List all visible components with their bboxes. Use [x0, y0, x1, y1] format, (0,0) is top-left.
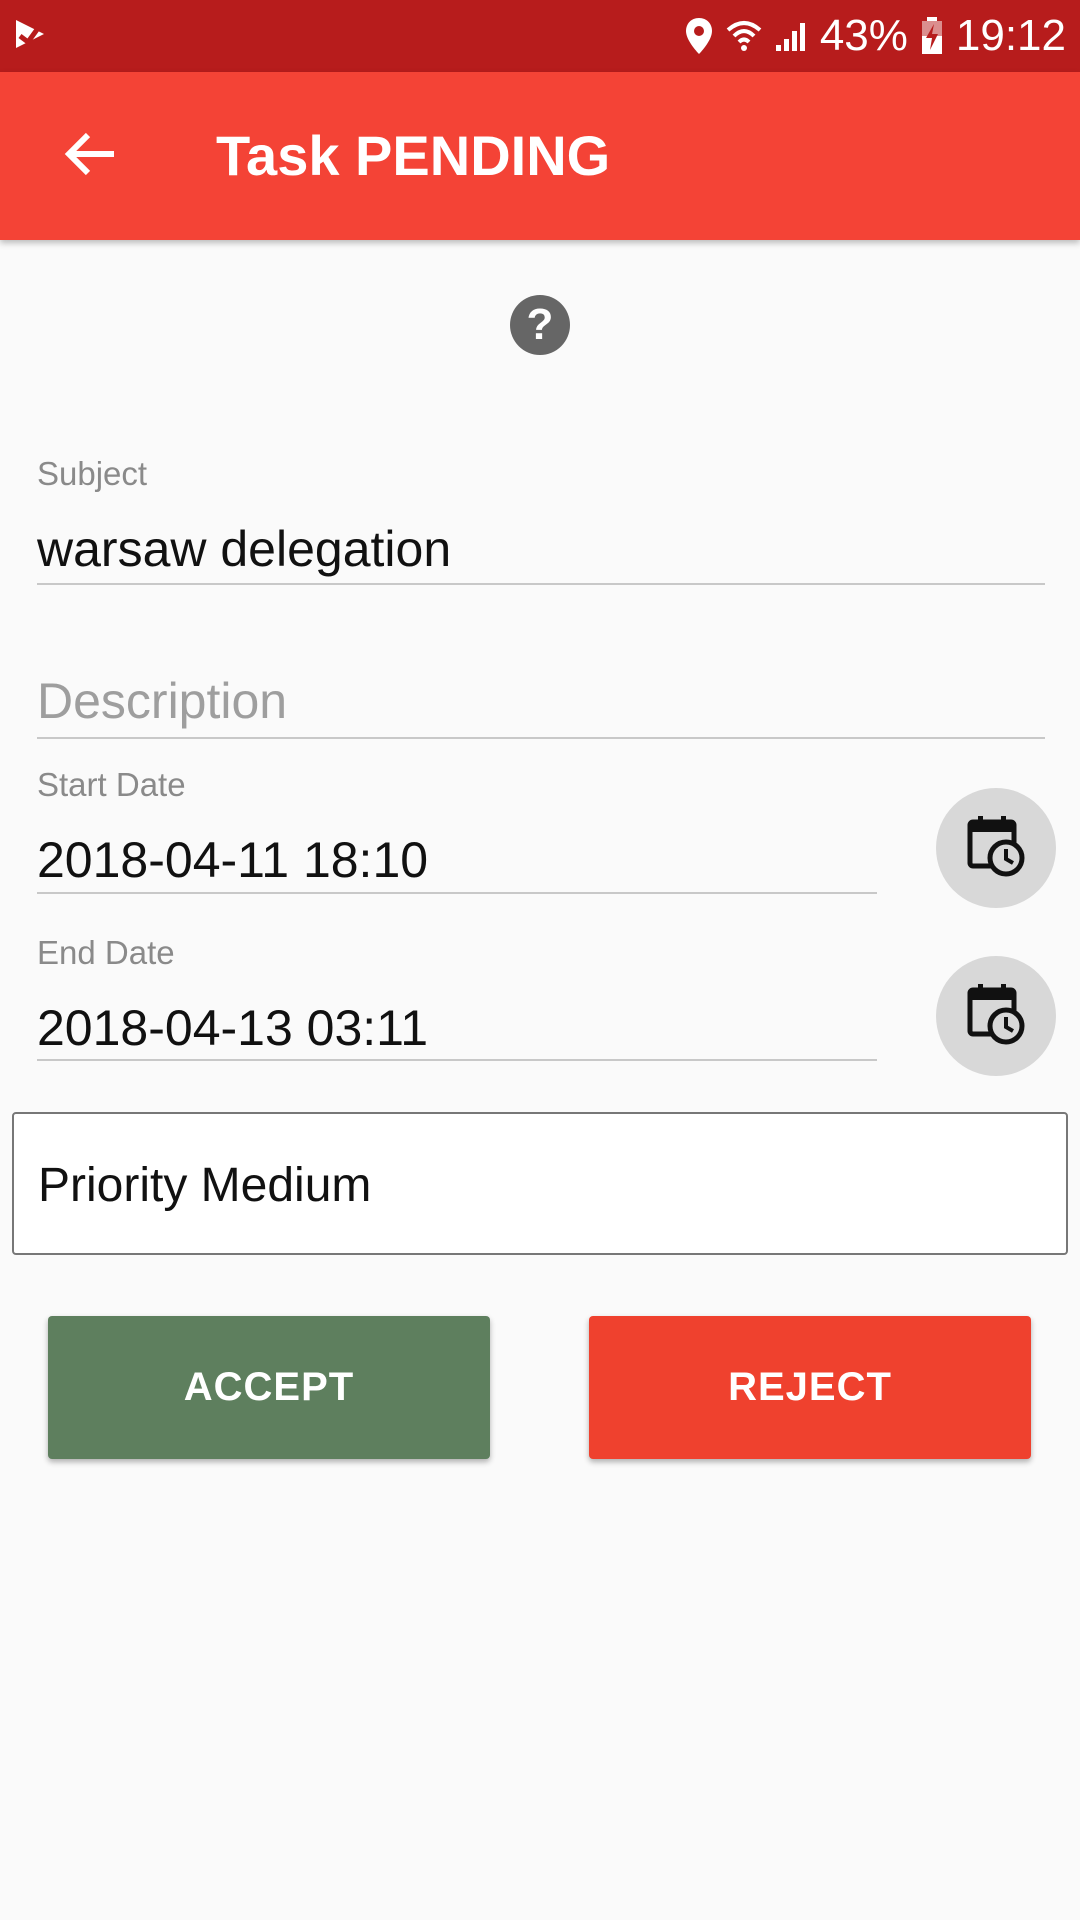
location-icon [684, 16, 714, 56]
start-date-label: Start Date [37, 766, 186, 803]
end-date-picker-button[interactable] [936, 956, 1056, 1076]
calendar-clock-icon [966, 982, 1026, 1051]
arrow-back-icon [64, 131, 116, 182]
accept-button[interactable]: ACCEPT [48, 1316, 490, 1459]
start-date-underline [37, 892, 877, 894]
check-notification-icon [14, 14, 48, 54]
battery-text: 43% [819, 11, 908, 60]
app-bar: Task PENDING [0, 72, 1080, 240]
calendar-clock-icon [966, 814, 1026, 883]
description-underline [37, 737, 1045, 739]
reject-button[interactable]: REJECT [589, 1316, 1031, 1459]
subject-underline [37, 583, 1045, 585]
battery-charging-icon [920, 16, 944, 56]
end-date-label: End Date [37, 934, 175, 971]
priority-value: Priority Medium [38, 1159, 372, 1212]
description-field[interactable]: Description [37, 672, 287, 730]
page-title: Task PENDING [216, 124, 611, 187]
help-icon[interactable]: ? [510, 295, 570, 355]
end-date-underline [37, 1059, 877, 1061]
signal-icon [774, 19, 808, 53]
status-time: 19:12 [955, 11, 1066, 60]
back-button[interactable] [40, 106, 140, 206]
status-bar: 43% 19:12 [0, 0, 1080, 72]
end-date-field[interactable]: 2018-04-13 03:11 [37, 999, 428, 1057]
wifi-icon [726, 18, 762, 54]
start-date-picker-button[interactable] [936, 788, 1056, 908]
subject-field[interactable]: warsaw delegation [37, 520, 451, 578]
subject-label: Subject [37, 455, 148, 492]
priority-selector[interactable]: Priority Medium [12, 1112, 1068, 1255]
start-date-field[interactable]: 2018-04-11 18:10 [37, 831, 428, 889]
